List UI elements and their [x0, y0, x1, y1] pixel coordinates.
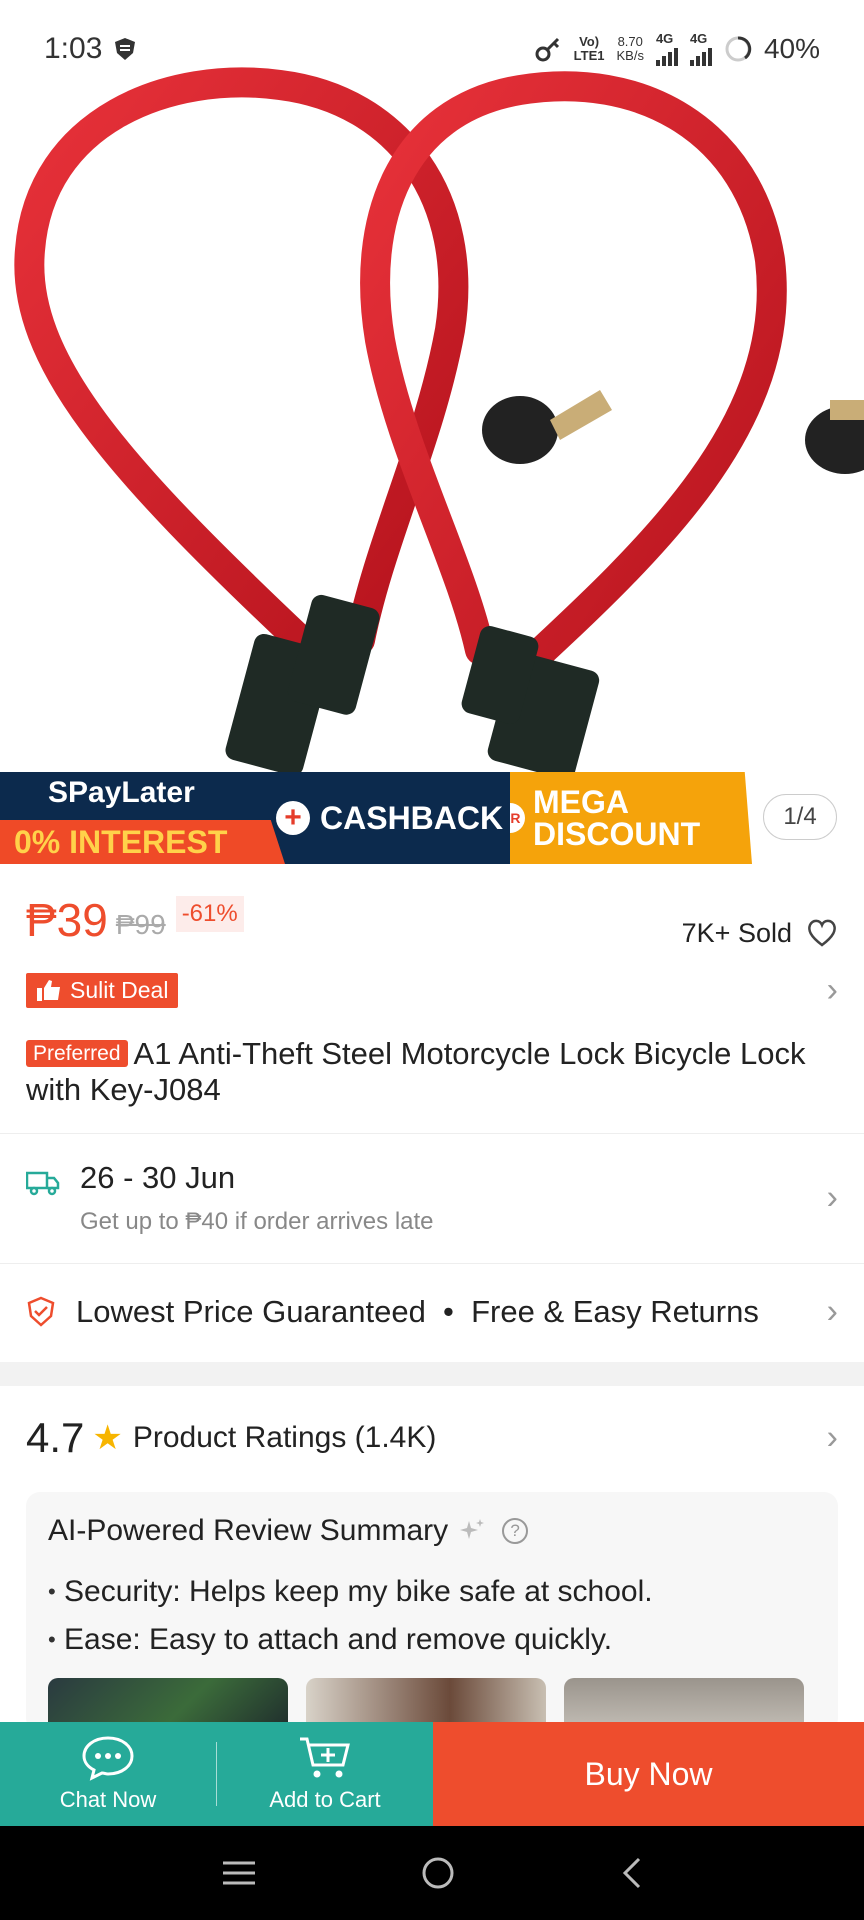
- mega-discount-label: MEGA DISCOUNT: [533, 786, 700, 850]
- plus-icon: +: [276, 801, 310, 835]
- signal-2: 4G: [689, 31, 712, 66]
- mega-discount-section: OR MEGA DISCOUNT: [510, 772, 752, 864]
- clock: 1:03: [44, 32, 103, 65]
- sparkle-icon: [460, 1519, 485, 1539]
- help-icon[interactable]: ?: [502, 1518, 529, 1544]
- cashback-label: CASHBACK: [320, 799, 504, 836]
- add-to-cart-button[interactable]: Add to Cart: [217, 1722, 433, 1826]
- ai-summary-title: AI-Powered Review Summary: [48, 1514, 449, 1547]
- buy-now-label: Buy Now: [584, 1755, 713, 1792]
- mega-line1: MEGA: [533, 784, 629, 820]
- battery-ring-icon: [725, 36, 752, 62]
- volte-label: Vo): [579, 34, 600, 49]
- product-title: Preferred A1 Anti-Theft Steel Motorcycle …: [26, 1036, 824, 1108]
- delivery-date: 26 - 30 Jun: [80, 1160, 236, 1195]
- preferred-badge: Preferred: [26, 1040, 128, 1067]
- shield-check-icon: [27, 1296, 55, 1327]
- late-delivery-note: Get up to ₱40 if order arrives late: [80, 1208, 434, 1235]
- signal-1: 4G: [655, 31, 678, 66]
- home-icon[interactable]: [420, 1855, 456, 1891]
- cashback-section: + CASHBACK: [270, 772, 510, 864]
- buy-now-button[interactable]: Buy Now: [433, 1722, 864, 1826]
- chevron-right-icon: ›: [826, 1418, 838, 1457]
- sulit-deal-row[interactable]: Sulit Deal ›: [26, 970, 838, 1010]
- cart-plus-icon: [300, 1737, 350, 1778]
- chevron-right-icon: ›: [826, 1292, 838, 1331]
- truck-icon: [26, 1171, 60, 1196]
- guarantee-text: Lowest Price Guaranteed • Free & Easy Re…: [76, 1294, 759, 1329]
- lte-label: LTE1: [573, 48, 605, 63]
- ai-summary-header: AI-Powered Review Summary ?: [48, 1514, 816, 1548]
- net1-label: 4G: [655, 31, 674, 46]
- speed-value: 8.70: [617, 34, 643, 49]
- status-bar: 1:03 Vo) LTE1 8.70 KB/s 4G 4G 40%: [0, 0, 864, 98]
- ai-review-summary: AI-Powered Review Summary ? Security: He…: [26, 1492, 838, 1732]
- system-nav-bar: [0, 1826, 864, 1920]
- sulit-deal-label: Sulit Deal: [70, 976, 169, 1003]
- chat-now-button[interactable]: Chat Now: [0, 1722, 216, 1826]
- sold-info: 7K+ Sold: [682, 918, 838, 949]
- speed-unit: KB/s: [616, 48, 644, 63]
- volte-indicator: Vo) LTE1: [574, 35, 605, 63]
- chat-bubble-icon: [82, 1736, 134, 1781]
- signal-bars-icon: [655, 46, 678, 66]
- current-price: ₱39: [26, 894, 108, 946]
- promo-banner[interactable]: SPayLater 0% INTEREST + CASHBACK OR MEGA…: [0, 772, 752, 864]
- image-counter: 1/4: [763, 794, 837, 840]
- discount-badge: -61%: [175, 896, 244, 932]
- rating-score: 4.7: [26, 1414, 85, 1461]
- chat-now-label: Chat Now: [59, 1787, 157, 1812]
- ai-summary-point: Security: Helps keep my bike safe at sch…: [48, 1568, 816, 1616]
- price-row: ₱39 ₱99 -61% 7K+ Sold: [26, 890, 838, 950]
- speed-indicator: 8.70 KB/s: [616, 35, 643, 63]
- chevron-right-icon: ›: [826, 970, 838, 1009]
- battery-percent: 40%: [763, 33, 820, 64]
- chevron-right-icon: ›: [826, 1178, 838, 1217]
- back-icon[interactable]: [619, 1855, 643, 1891]
- star-icon: ★: [92, 1419, 123, 1457]
- spaylater-section: SPayLater 0% INTEREST: [0, 772, 285, 864]
- shield-notification-icon: [115, 38, 136, 60]
- thumbs-up-icon: [37, 980, 60, 1001]
- ratings-label: Product Ratings (1.4K): [132, 1421, 437, 1454]
- interest-label: 0% INTEREST: [0, 820, 285, 864]
- ai-summary-point: Ease: Easy to attach and remove quickly.: [48, 1616, 816, 1664]
- heart-icon[interactable]: [806, 918, 838, 948]
- mega-line2: DISCOUNT: [533, 816, 701, 852]
- cable-lock-illustration: [14, 67, 864, 772]
- spaylater-label: SPayLater: [48, 776, 195, 809]
- signal-bars-icon: [689, 46, 712, 66]
- key-icon: [535, 37, 559, 62]
- status-right: Vo) LTE1 8.70 KB/s 4G 4G 40%: [534, 32, 820, 66]
- secondary-actions: Chat Now Add to Cart: [0, 1722, 433, 1826]
- add-to-cart-label: Add to Cart: [269, 1787, 381, 1812]
- ai-summary-points: Security: Helps keep my bike safe at sch…: [48, 1568, 816, 1664]
- product-title-text: A1 Anti-Theft Steel Motorcycle Lock Bicy…: [26, 1036, 806, 1107]
- status-left: 1:03: [44, 32, 138, 66]
- sold-count: 7K+ Sold: [681, 917, 792, 948]
- original-price: ₱99: [115, 909, 166, 940]
- delivery-row[interactable]: 26 - 30 Jun Get up to ₱40 if order arriv…: [26, 1134, 838, 1262]
- section-gap: [0, 1362, 864, 1386]
- guarantee-row[interactable]: Lowest Price Guaranteed • Free & Easy Re…: [26, 1264, 838, 1360]
- recent-apps-icon[interactable]: [221, 1859, 257, 1887]
- bottom-action-bar: Chat Now Add to Cart Buy Now: [0, 1722, 864, 1826]
- sulit-deal-badge: Sulit Deal: [26, 972, 179, 1008]
- product-image[interactable]: [0, 0, 864, 772]
- net2-label: 4G: [689, 31, 708, 46]
- ratings-row[interactable]: 4.7 ★ Product Ratings (1.4K) ›: [26, 1386, 838, 1490]
